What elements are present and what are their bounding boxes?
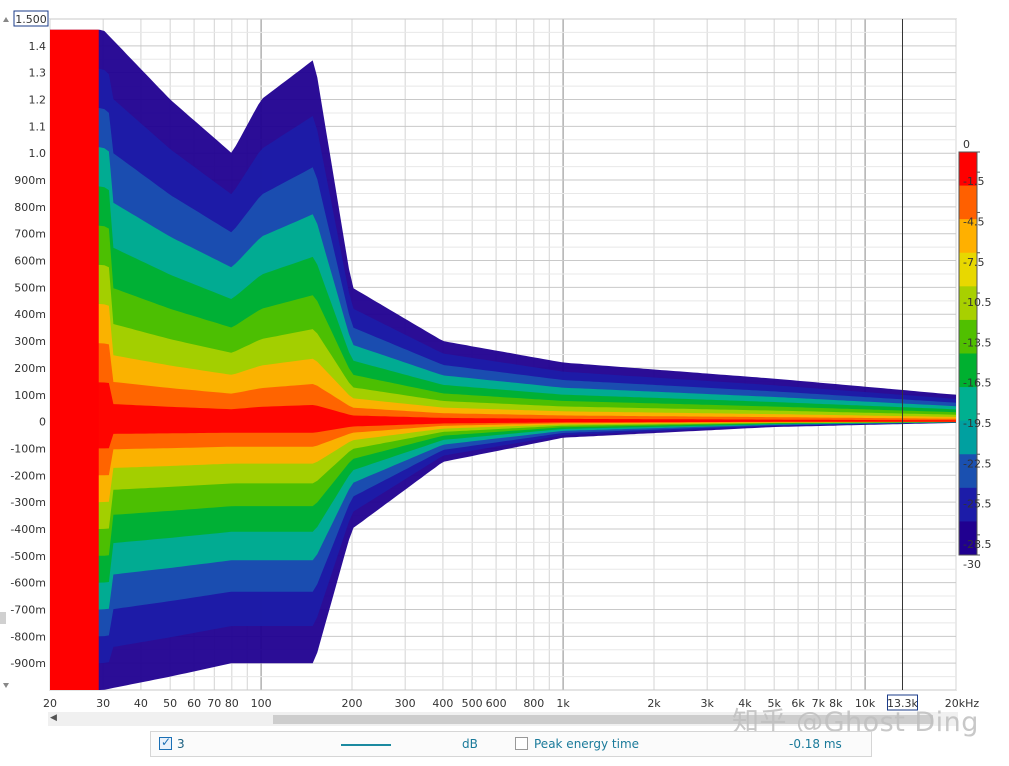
x-tick-label: 1k <box>556 697 570 710</box>
colorbar-tick-label: -19.5 <box>963 417 991 430</box>
y-tick-label: -600m <box>10 577 46 590</box>
y-tick-label: 900m <box>14 174 46 187</box>
y-tick-label: 200m <box>14 362 46 375</box>
y-top-readout: 1.500 <box>15 13 47 26</box>
x-tick-label: 100 <box>251 697 272 710</box>
y-tick-label: 100m <box>14 389 46 402</box>
y-tick-label: 1.1 <box>29 120 47 133</box>
heatmap-core <box>50 29 99 690</box>
x-tick-label: 400 <box>432 697 453 710</box>
y-tick-label: -700m <box>10 603 46 616</box>
y-tick-label: -300m <box>10 496 46 509</box>
y-tick-label: -100m <box>10 442 46 455</box>
spectrogram-chart[interactable]: 1.4 1.3 1.2 1.1 1.0 900m 800m 700m 600m 500m 400m 3… <box>0 0 1009 712</box>
x-tick-label: 70 <box>207 697 221 710</box>
x-tick-label: 3k <box>700 697 714 710</box>
trace-checkbox[interactable] <box>159 735 172 750</box>
x-tick-label: 20 <box>43 697 57 710</box>
colorbar-tick-label: -16.5 <box>963 377 991 390</box>
peak-energy-checkbox[interactable] <box>515 737 528 750</box>
x-tick-label: 600 <box>486 697 507 710</box>
y-tick-label: -900m <box>10 657 46 670</box>
y-scroll-down-arrow-icon <box>3 683 9 688</box>
scroll-left-arrow-icon[interactable]: ◀ <box>50 713 57 723</box>
x-tick-label: 800 <box>523 697 544 710</box>
y-tick-label: -500m <box>10 550 46 563</box>
colorbar-tick-label: -10.5 <box>963 296 991 309</box>
trace-name: 3 <box>177 737 185 751</box>
colorbar-tick-label: -1.5 <box>963 175 984 188</box>
trace-legend-bar: 3 dB Peak energy time -0.18 ms <box>150 731 872 757</box>
colorbar-tick-label: -22.5 <box>963 457 991 470</box>
x-tick-label: 2k <box>647 697 661 710</box>
colorbar-tick-label: 0 <box>963 138 970 151</box>
y-tick-label: 800m <box>14 201 46 214</box>
y-tick-label: 400m <box>14 308 46 321</box>
y-tick-label: 1.3 <box>29 67 47 80</box>
peak-energy-value: -0.18 ms <box>789 737 842 751</box>
y-tick-label: 0 <box>39 416 46 429</box>
y-tick-label: 700m <box>14 228 46 241</box>
x-tick-label: 50 <box>163 697 177 710</box>
y-tick-label: 1.2 <box>29 94 47 107</box>
colorbar-tick-label: -4.5 <box>963 215 984 228</box>
y-tick-label: 500m <box>14 281 46 294</box>
x-tick-label: 300 <box>395 697 416 710</box>
spectrogram-window: 1.4 1.3 1.2 1.1 1.0 900m 800m 700m 600m 500m 400m 3… <box>0 0 1009 766</box>
trace-color-swatch <box>341 744 391 746</box>
x-tick-label: 200 <box>342 697 363 710</box>
y-tick-label: -400m <box>10 523 46 536</box>
y-tick-label: 600m <box>14 255 46 268</box>
y-tick-label: 300m <box>14 335 46 348</box>
colorbar-tick-label: -7.5 <box>963 256 984 269</box>
x-tick-label: 30 <box>96 697 110 710</box>
colorbar-tick-label: -25.5 <box>963 498 991 511</box>
colorbar-tick-label: -30 <box>963 558 981 571</box>
colorbar-tick-label: -28.5 <box>963 538 991 551</box>
x-tick-label: 60 <box>187 697 201 710</box>
y-tick-label: -800m <box>10 630 46 643</box>
colorbar: 0 -1.5 -4.5 -7.5 -10.5 -13.5 -16.5 -19.5 -22.5 -2… <box>958 138 991 571</box>
peak-energy-label: Peak energy time <box>534 737 640 751</box>
x-tick-label: 40 <box>134 697 148 710</box>
y-scroll-up-arrow-icon <box>3 17 9 22</box>
y-tick-label: 1.0 <box>29 147 47 160</box>
colorbar-tick-label: -13.5 <box>963 336 991 349</box>
y-tick-label: 1.4 <box>29 40 47 53</box>
x-tick-label: 80 <box>225 697 239 710</box>
y-tick-label: -200m <box>10 469 46 482</box>
x-tick-label: 500 <box>462 697 483 710</box>
left-edge-marker <box>0 612 6 624</box>
trace-unit: dB <box>462 737 478 751</box>
